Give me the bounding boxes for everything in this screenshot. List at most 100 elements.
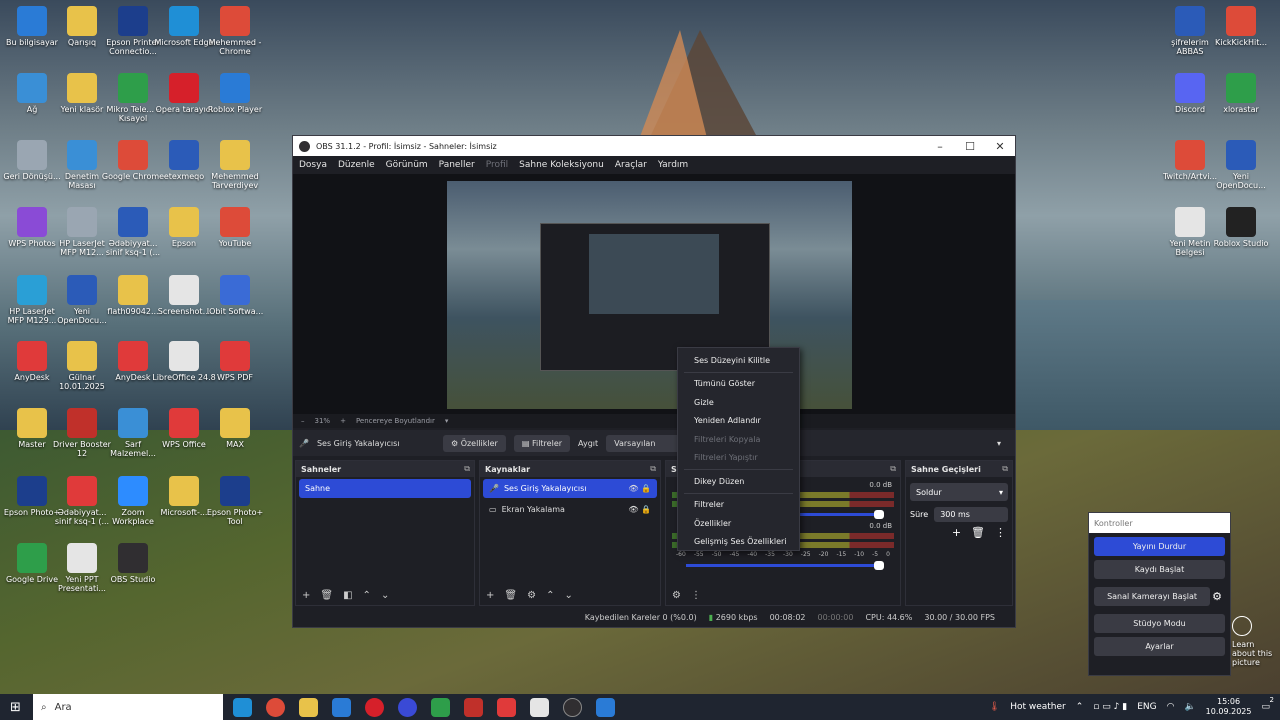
- ctx-lock-volume[interactable]: Ses Düzeyini Kilitle: [678, 351, 799, 370]
- driver-booster-icon[interactable]: [464, 697, 483, 717]
- zoom-plus-icon[interactable]: +: [340, 417, 346, 425]
- source-item[interactable]: ▭ Ekran Yakalama 👁 🔒: [483, 500, 657, 519]
- wps-icon[interactable]: [497, 697, 516, 717]
- move-up-icon[interactable]: ⌃: [546, 590, 554, 601]
- desktop-icon[interactable]: OBS Studio: [101, 543, 165, 584]
- notification-icon[interactable]: ▭ 2: [1261, 696, 1274, 712]
- undock-icon[interactable]: ⧉: [890, 464, 896, 474]
- close-icon[interactable]: ✕: [985, 140, 1015, 153]
- notepad-icon[interactable]: [530, 697, 549, 717]
- clock[interactable]: 15:06 10.09.2025: [1206, 697, 1252, 717]
- edge-icon[interactable]: [233, 697, 252, 717]
- move-down-icon[interactable]: ⌄: [564, 590, 572, 601]
- store-icon[interactable]: [431, 697, 450, 717]
- menu-duzenle[interactable]: Düzenle: [338, 160, 375, 170]
- desktop-icon[interactable]: Mehemmed - Chrome: [203, 6, 267, 56]
- minimize-icon[interactable]: –: [925, 140, 955, 153]
- fit-window-label[interactable]: Pencereye Boyutlandır: [356, 417, 435, 425]
- add-icon[interactable]: +: [952, 526, 961, 539]
- filters-button[interactable]: ▤ Filtreler: [513, 434, 571, 452]
- trash-icon[interactable]: 🗑: [504, 590, 517, 601]
- desktop-icon[interactable]: MAX: [203, 408, 267, 449]
- ctx-vertical-layout[interactable]: Dikey Düzen: [678, 472, 799, 491]
- ctx-properties[interactable]: Özellikler: [678, 514, 799, 533]
- tray-icons[interactable]: ▫ ▭ ♪ ▮: [1093, 702, 1127, 712]
- desktop-icon[interactable]: KickKickHit...: [1209, 6, 1273, 47]
- wifi-icon[interactable]: ◠: [1167, 702, 1175, 712]
- virtual-cam-button[interactable]: Sanal Kamerayı Başlat: [1094, 587, 1211, 606]
- search-icon: ⌕: [41, 701, 47, 713]
- obs-icon[interactable]: [563, 697, 582, 717]
- maximize-icon[interactable]: ☐: [955, 140, 985, 153]
- move-down-icon[interactable]: ⌄: [381, 590, 389, 601]
- speaker-icon[interactable]: 🔈: [1184, 702, 1195, 712]
- menu-yardim[interactable]: Yardım: [658, 160, 688, 170]
- desktop-icon[interactable]: xlorastar: [1209, 73, 1273, 114]
- menu-paneller[interactable]: Paneller: [439, 160, 475, 170]
- add-icon[interactable]: +: [302, 590, 310, 601]
- gear-icon[interactable]: ⚙: [527, 590, 536, 601]
- menu-sahne-koleksiyonu[interactable]: Sahne Koleksiyonu: [519, 160, 604, 170]
- source-item[interactable]: 🎤 Ses Giriş Yakalayıcısı 👁 🔒: [483, 479, 657, 498]
- undock-icon[interactable]: ⧉: [650, 464, 656, 474]
- opera-icon[interactable]: [365, 697, 384, 717]
- desktop-icon[interactable]: Roblox Studio: [1209, 207, 1273, 248]
- ctx-show-all[interactable]: Tümünü Göster: [678, 375, 799, 394]
- menu-dosya[interactable]: Dosya: [299, 160, 327, 170]
- ctx-advanced-audio[interactable]: Gelişmiş Ses Özellikleri: [678, 533, 799, 552]
- device-dropdown-icon[interactable]: ▾: [997, 439, 1001, 448]
- start-record-button[interactable]: Kaydı Başlat: [1094, 560, 1225, 579]
- stop-stream-button[interactable]: Yayını Durdur: [1094, 537, 1225, 556]
- gear-icon[interactable]: ⚙: [1212, 590, 1222, 603]
- ctx-rename[interactable]: Yeniden Adlandır: [678, 412, 799, 431]
- trash-icon[interactable]: 🗑: [971, 526, 985, 539]
- eye-icon[interactable]: 👁 🔒: [628, 505, 651, 514]
- chevron-up-icon[interactable]: ⌃: [1076, 702, 1084, 712]
- chevron-down-icon[interactable]: ▾: [445, 417, 449, 425]
- more-icon[interactable]: ⋮: [995, 526, 1006, 539]
- desktop-icon[interactable]: Roblox Player: [203, 73, 267, 114]
- ctx-hide[interactable]: Gizle: [678, 393, 799, 412]
- desktop-icon[interactable]: Yeni OpenDocu...: [1209, 140, 1273, 190]
- context-menu[interactable]: Ses Düzeyini Kilitle Tümünü Göster Gizle…: [677, 347, 800, 551]
- properties-button[interactable]: ⚙ Özellikler: [442, 434, 506, 452]
- add-icon[interactable]: +: [486, 590, 494, 601]
- more-icon[interactable]: ⋮: [691, 590, 701, 601]
- desktop-icon[interactable]: WPS PDF: [203, 341, 267, 382]
- trash-icon[interactable]: 🗑: [320, 590, 333, 601]
- studio-mode-button[interactable]: Stüdyo Modu: [1094, 614, 1225, 633]
- zoom-minus-icon[interactable]: –: [301, 417, 305, 425]
- undock-icon[interactable]: ⧉: [464, 464, 470, 474]
- transition-select[interactable]: Soldur ▾: [910, 483, 1008, 501]
- menu-araclar[interactable]: Araçlar: [615, 160, 647, 170]
- ctx-filters[interactable]: Filtreler: [678, 496, 799, 515]
- obs-titlebar[interactable]: OBS 31.1.2 - Profil: İsimsiz - Sahneler:…: [293, 136, 1015, 156]
- taskbar-search[interactable]: ⌕ Ara: [33, 694, 223, 720]
- roblox-icon[interactable]: [596, 697, 615, 717]
- eye-icon[interactable]: 👁 🔒: [628, 484, 651, 493]
- undock-icon[interactable]: ⧉: [1002, 464, 1008, 474]
- chrome-icon[interactable]: [266, 697, 285, 717]
- move-up-icon[interactable]: ⌃: [363, 590, 371, 601]
- scene-item[interactable]: Sahne: [299, 479, 471, 498]
- desktop-icon[interactable]: YouTube: [203, 207, 267, 248]
- menu-gorunum[interactable]: Görünüm: [386, 160, 428, 170]
- windows-start-icon[interactable]: ⊞: [10, 700, 21, 715]
- volume-slider[interactable]: [686, 561, 884, 570]
- language-indicator[interactable]: ENG: [1137, 702, 1156, 712]
- settings-button[interactable]: Ayarlar: [1094, 637, 1225, 656]
- weather-label[interactable]: Hot weather: [1010, 702, 1066, 712]
- file-explorer-icon[interactable]: [299, 697, 318, 717]
- desktop-icon[interactable]: Epson Photo+ Tool: [203, 476, 267, 526]
- desktop-icon[interactable]: IObit Softwa...: [203, 275, 267, 316]
- learn-picture[interactable]: Learn about this picture: [1232, 616, 1276, 667]
- preview-area[interactable]: [293, 174, 1015, 414]
- mixer-settings-icon[interactable]: ⚙: [672, 590, 681, 601]
- desktop-icon[interactable]: Mehemmed Tarverdiyev: [203, 140, 267, 190]
- filter-icon[interactable]: ◧: [343, 590, 352, 601]
- mail-icon[interactable]: [332, 697, 351, 717]
- obs-window[interactable]: OBS 31.1.2 - Profil: İsimsiz - Sahneler:…: [292, 135, 1016, 628]
- iobit-icon[interactable]: [398, 697, 417, 717]
- duration-input[interactable]: 300 ms: [934, 507, 1008, 522]
- menu-profil[interactable]: Profil: [486, 160, 508, 170]
